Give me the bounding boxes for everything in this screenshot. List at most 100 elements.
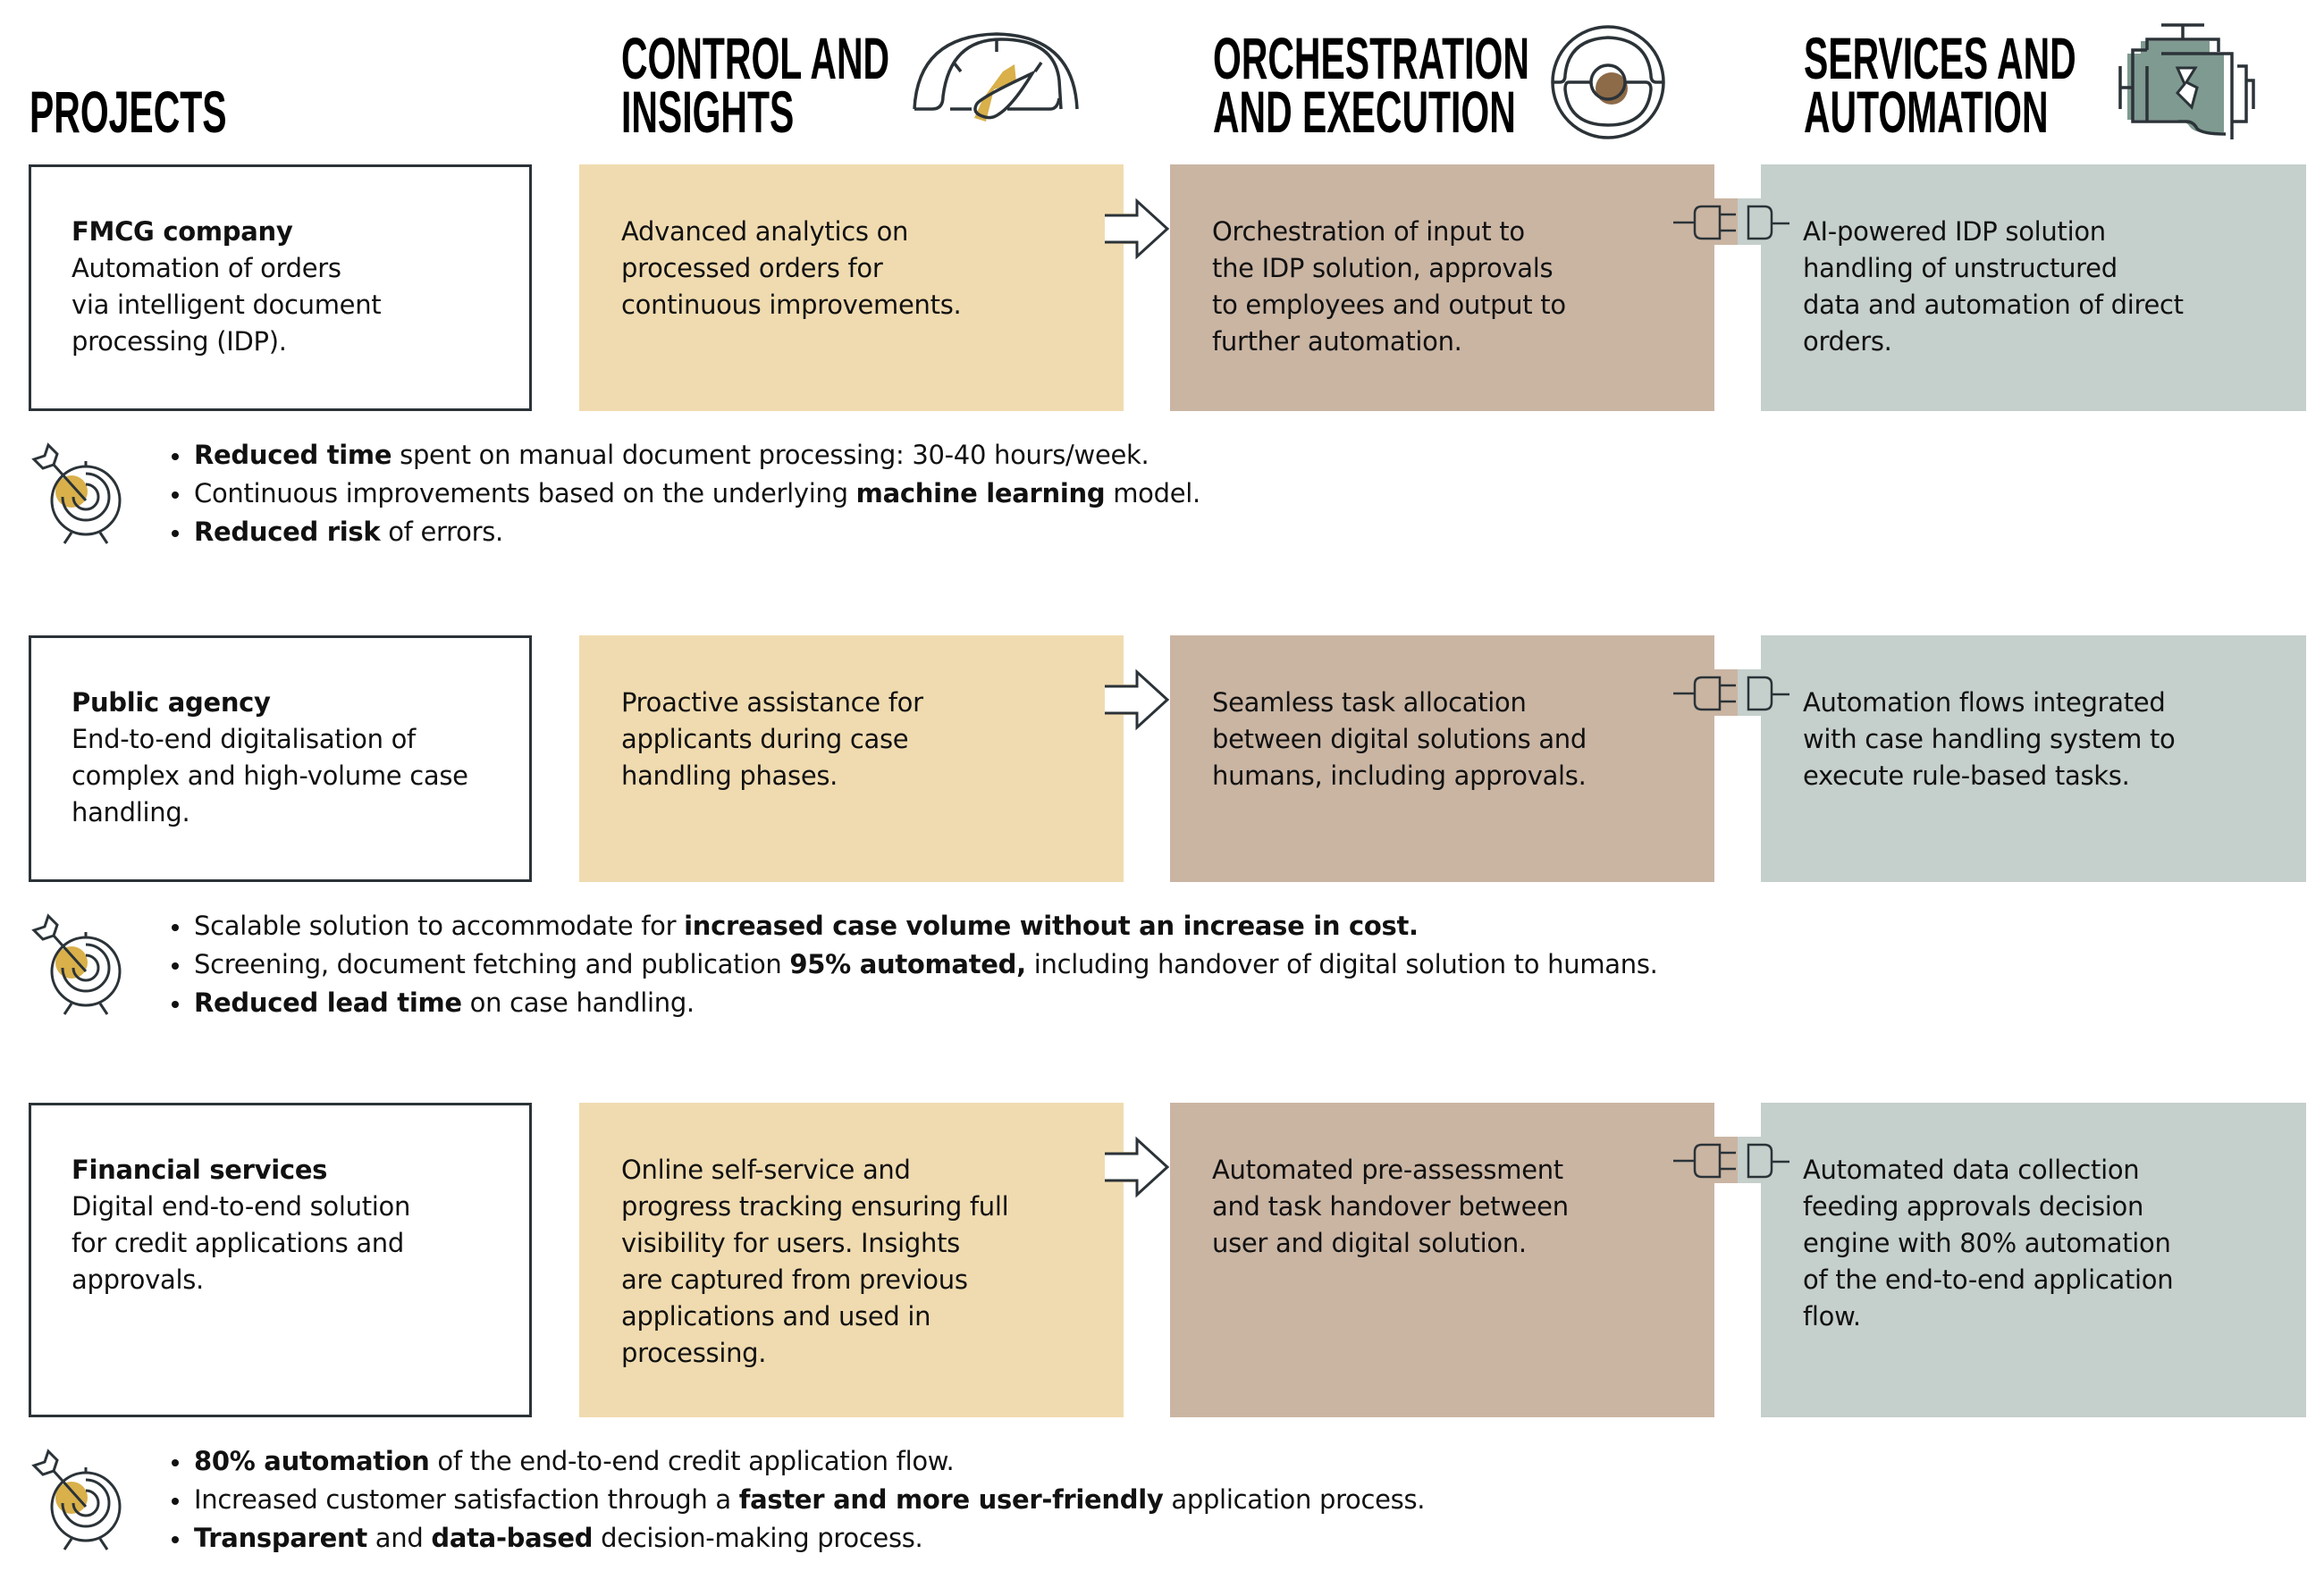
heading-line: INSIGHTS <box>621 79 795 145</box>
project-card-public-agency: Public agency End-to-end digitalisation … <box>29 635 532 882</box>
outcome-text: decision-making process. <box>593 1523 923 1553</box>
outcome-item: Reduced risk of errors. <box>170 513 1200 551</box>
text-line: data and automation of direct <box>1803 290 2184 320</box>
control-description: Online self-service and progress trackin… <box>621 1152 1009 1372</box>
orchestration-description: Seamless task allocation between digital… <box>1212 685 1587 794</box>
outcome-item: Transparent and data-based decision-maki… <box>170 1519 1425 1558</box>
arrow-right-icon <box>1105 1136 1170 1198</box>
heading-line: AUTOMATION <box>1804 79 2049 145</box>
control-description: Advanced analytics on processed orders f… <box>621 214 962 323</box>
outcome-item: 80% automation of the end-to-end credit … <box>170 1442 1425 1481</box>
control-card-financial-services: Online self-service and progress trackin… <box>579 1103 1124 1417</box>
text-line: handling of unstructured <box>1803 253 2118 283</box>
text-line: continuous improvements. <box>621 290 962 320</box>
text-line: and task handover between <box>1212 1191 1569 1222</box>
arrow-right-icon <box>1105 197 1170 260</box>
heading-line: CONTROL AND <box>621 25 890 91</box>
heading-services-and-automation: SERVICES AND AUTOMATION <box>1804 25 2076 145</box>
control-card-fmcg: Advanced analytics on processed orders f… <box>579 164 1124 411</box>
text-line: for credit applications and <box>72 1228 404 1258</box>
plug-socket-icon <box>1673 1137 1789 1183</box>
outcomes-list-financial-services: 80% automation of the end-to-end credit … <box>170 1442 1426 1558</box>
outcome-text: including handover of digital solution t… <box>1025 949 1658 979</box>
outcome-item: Scalable solution to accommodate for inc… <box>170 907 1658 945</box>
text-line: processed orders for <box>621 253 883 283</box>
text-line: processing (IDP). <box>72 326 287 357</box>
text-line: Online self-service and <box>621 1155 911 1185</box>
control-card-public-agency: Proactive assistance for applicants duri… <box>579 635 1124 882</box>
plug-socket-icon <box>1673 198 1789 245</box>
text-line: Automation of orders <box>72 253 341 283</box>
text-line: AI-powered IDP solution <box>1803 216 2106 247</box>
text-line: engine with 80% automation <box>1803 1228 2171 1258</box>
text-line: Digital end-to-end solution <box>72 1191 411 1222</box>
project-title: Public agency <box>72 687 271 718</box>
outcome-emphasis: 80% automation <box>194 1446 430 1476</box>
text-line: Automated data collection <box>1803 1155 2140 1185</box>
heading-line: SERVICES AND <box>1804 25 2076 91</box>
orchestration-card-public-agency: Seamless task allocation between digital… <box>1170 635 1714 882</box>
text-line: execute rule-based tasks. <box>1803 760 2130 791</box>
text-line: complex and high-volume case <box>72 760 468 791</box>
text-line: with case handling system to <box>1803 724 2176 754</box>
engine-icon <box>2118 23 2255 139</box>
text-line: user and digital solution. <box>1212 1228 1527 1258</box>
text-line: are captured from previous <box>621 1264 968 1295</box>
outcome-emphasis: Transparent <box>194 1523 367 1553</box>
outcome-text: Screening, document fetching and publica… <box>194 949 790 979</box>
outcome-emphasis: data-based <box>431 1523 594 1553</box>
services-card-financial-services: Automated data collection feeding approv… <box>1761 1103 2306 1417</box>
orchestration-card-financial-services: Automated pre-assessment and task handov… <box>1170 1103 1714 1417</box>
text-line: applicants during case <box>621 724 909 754</box>
outcome-text: Increased customer satisfaction through … <box>194 1484 739 1515</box>
outcome-item: Reduced time spent on manual document pr… <box>170 436 1200 475</box>
outcomes-list-fmcg: Reduced time spent on manual document pr… <box>170 436 1200 551</box>
project-title: Financial services <box>72 1155 328 1185</box>
text-line: Automated pre-assessment <box>1212 1155 1563 1185</box>
services-description: Automation flows integrated with case ha… <box>1803 685 2176 794</box>
text-line: further automation. <box>1212 326 1462 357</box>
text-line: Seamless task allocation <box>1212 687 1527 718</box>
text-line: Automation flows integrated <box>1803 687 2166 718</box>
orchestration-description: Orchestration of input to the IDP soluti… <box>1212 214 1566 360</box>
services-card-fmcg: AI-powered IDP solution handling of unst… <box>1761 164 2306 411</box>
outcome-emphasis: Reduced risk <box>194 517 381 547</box>
outcomes-list-public-agency: Scalable solution to accommodate for inc… <box>170 907 1658 1022</box>
outcome-text: on case handling. <box>461 987 695 1018</box>
text-line: flow. <box>1803 1301 1861 1332</box>
outcome-emphasis: increased case volume without an increas… <box>684 911 1419 941</box>
text-line: orders. <box>1803 326 1892 357</box>
text-line: approvals. <box>72 1264 204 1295</box>
text-line: Orchestration of input to <box>1212 216 1525 247</box>
orchestration-description: Automated pre-assessment and task handov… <box>1212 1152 1569 1262</box>
text-line: handling phases. <box>621 760 838 791</box>
target-dart-icon <box>31 442 122 544</box>
project-card-financial-services: Financial services Digital end-to-end so… <box>29 1103 532 1417</box>
project-description: Financial services Digital end-to-end so… <box>72 1152 410 1298</box>
target-dart-icon <box>31 913 122 1015</box>
services-description: AI-powered IDP solution handling of unst… <box>1803 214 2184 360</box>
outcome-item: Screening, document fetching and publica… <box>170 945 1658 984</box>
heading-orchestration-and-execution: ORCHESTRATION AND EXECUTION <box>1213 29 1529 145</box>
outcome-text: spent on manual document processing: 30-… <box>392 440 1149 470</box>
target-dart-icon <box>31 1449 122 1550</box>
text-line: Advanced analytics on <box>621 216 909 247</box>
text-line: the IDP solution, approvals <box>1212 253 1554 283</box>
text-line: processing. <box>621 1338 767 1368</box>
text-line: progress tracking ensuring full <box>621 1191 1009 1222</box>
heading-line: AND EXECUTION <box>1213 79 1516 145</box>
heading-control-and-insights: CONTROL AND INSIGHTS <box>621 25 890 145</box>
text-line: between digital solutions and <box>1212 724 1587 754</box>
services-card-public-agency: Automation flows integrated with case ha… <box>1761 635 2306 882</box>
services-description: Automated data collection feeding approv… <box>1803 1152 2174 1335</box>
project-card-fmcg: FMCG company Automation of orders via in… <box>29 164 532 411</box>
outcome-emphasis: Reduced lead time <box>194 987 462 1018</box>
text-line: End-to-end digitalisation of <box>72 724 416 754</box>
outcome-item: Increased customer satisfaction through … <box>170 1481 1426 1519</box>
text-line: applications and used in <box>621 1301 931 1332</box>
text-line: via intelligent document <box>72 290 382 320</box>
text-line: visibility for users. Insights <box>621 1228 960 1258</box>
project-description: FMCG company Automation of orders via in… <box>72 214 382 360</box>
outcome-emphasis: Reduced time <box>194 440 392 470</box>
project-description: Public agency End-to-end digitalisation … <box>72 685 468 831</box>
